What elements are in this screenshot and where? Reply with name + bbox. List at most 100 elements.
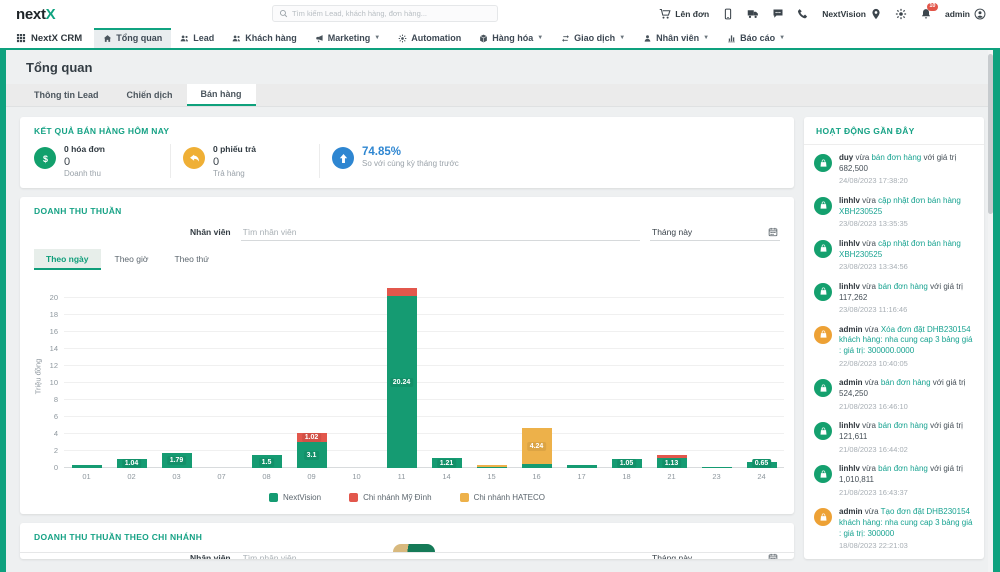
legend-item[interactable]: Chi nhánh HATECO	[459, 493, 545, 502]
legend-item[interactable]: NextVision	[268, 493, 321, 502]
mobile-icon	[722, 8, 734, 20]
activity-action-link[interactable]: bán đơn hàng	[871, 153, 921, 162]
nav-item-label: Marketing	[327, 33, 371, 43]
x-tick-label: 15	[487, 472, 496, 481]
grid-icon	[16, 33, 26, 43]
nav-item-9[interactable]: Báo cáo ▼	[718, 28, 794, 48]
x-tick-label: 24	[757, 472, 766, 481]
x-axis-spacer	[20, 468, 794, 482]
activity-action-link[interactable]: bán đơn hàng	[881, 378, 931, 387]
app-switcher[interactable]: NextX CRM	[16, 33, 82, 44]
brand-label: NextX CRM	[31, 32, 83, 44]
dollar-icon: $	[34, 147, 56, 169]
activity-item-1: duy vừa bán đơn hàng với giá trị 682,500…	[804, 147, 984, 190]
y-axis-title: Triệu đồng	[33, 358, 43, 395]
activity-timestamp: 22/08/2023 10:40:05	[839, 358, 908, 368]
activity-line: linhlv vừa bán đơn hàng với giá trị 117,…	[839, 281, 963, 302]
nav-item-8[interactable]: Nhân viên ▼	[634, 28, 718, 48]
chart-tab-3[interactable]: Theo thứ	[162, 249, 221, 270]
x-tick-label: 14	[442, 472, 451, 481]
activity-text: linhlv vừa bán đơn hàng với giá trị 1,01…	[839, 464, 974, 497]
settings-button[interactable]	[895, 8, 907, 20]
bar-segment[interactable]	[476, 465, 507, 467]
legend-swatch	[268, 493, 278, 502]
nav-item-6[interactable]: Hàng hóa ▼	[470, 28, 552, 48]
bar-segment[interactable]	[566, 465, 597, 468]
notifications-button[interactable]: 10	[920, 3, 938, 20]
chat-button[interactable]	[772, 8, 784, 20]
search-input[interactable]	[292, 9, 491, 18]
legend-label: Chi nhánh Mỹ Đình	[363, 493, 432, 502]
global-search[interactable]	[272, 5, 498, 22]
page-scrollbar-thumb[interactable]	[988, 54, 993, 214]
chart-tab-1[interactable]: Theo ngày	[34, 249, 101, 270]
create-order-button[interactable]: Lên đơn	[659, 8, 709, 20]
page-tab-1[interactable]: Thông tin Lead	[20, 84, 113, 106]
y-tick-label: 12	[49, 360, 58, 370]
activity-user: linhlv	[839, 464, 860, 474]
call-button[interactable]	[797, 8, 809, 20]
branch-location-select[interactable]: NextVision	[822, 8, 882, 20]
nav-item-label: Lead	[193, 33, 215, 43]
bar-segment[interactable]	[386, 288, 417, 296]
legend-item[interactable]: Chi nhánh Mỹ Đình	[349, 493, 432, 502]
activity-action-link[interactable]: bán đơn hàng	[878, 282, 928, 291]
activity-text: admin vừa bán đơn hàng với giá trị 524,2…	[839, 378, 974, 411]
bar-segment[interactable]	[701, 466, 732, 468]
chevron-down-icon: ▼	[703, 35, 710, 41]
x-tick-label: 21	[667, 472, 676, 481]
account-menu[interactable]: admin	[945, 8, 986, 20]
period-select[interactable]: Tháng này	[650, 224, 780, 241]
delivery-button[interactable]	[747, 8, 759, 20]
activity-timestamp: 21/08/2023 16:43:37	[839, 487, 908, 497]
bar-group-08: 1.5 08	[244, 286, 289, 481]
activity-action-link[interactable]: bán đơn hàng	[878, 464, 928, 473]
bar-segment[interactable]	[71, 465, 102, 468]
activity-user: linhlv	[839, 195, 860, 205]
mobile-app-button[interactable]	[722, 8, 734, 20]
create-order-button-label: Lên đơn	[675, 9, 710, 19]
bar-group-02: 1.04 02	[109, 286, 154, 481]
nav-item-4[interactable]: Marketing ▼	[306, 28, 389, 48]
bar-value-label: 1.79	[166, 456, 187, 466]
bar-segment[interactable]	[521, 463, 552, 468]
activity-user: duy	[839, 153, 854, 162]
box-icon	[479, 34, 488, 43]
activity-user: admin	[839, 324, 863, 334]
activity-text: linhlv vừa cập nhật đơn bán hàng XBH2305…	[839, 196, 974, 229]
bar-group-21: 1.13 21	[649, 286, 694, 481]
bar-segment[interactable]	[656, 455, 687, 459]
activity-line: linhlv vừa bán đơn hàng với giá trị 1,01…	[839, 464, 963, 484]
y-tick-label: 6	[53, 411, 58, 421]
revenue-filter-row: Nhân viên Tháng này	[20, 222, 794, 243]
accent-divider	[0, 48, 1000, 50]
chart-tab-2[interactable]: Theo giờ	[103, 249, 161, 270]
page-tab-3[interactable]: Bán hàng	[186, 84, 256, 106]
activity-item-2: linhlv vừa cập nhật đơn bán hàng XBH2305…	[804, 190, 984, 233]
nav-item-5[interactable]: Automation	[389, 28, 470, 48]
y-tick-label: 8	[53, 394, 58, 404]
stat-sub-label: So với cùng kỳ tháng trước	[362, 159, 459, 168]
legend-label: Chi nhánh HATECO	[473, 493, 545, 502]
employee-search-input[interactable]	[240, 224, 640, 241]
nav-item-3[interactable]: Khách hàng	[223, 28, 306, 48]
page-tab-2[interactable]: Chiến dịch	[113, 84, 187, 106]
nav-item-1[interactable]: Tổng quan	[94, 28, 172, 48]
main-navbar: NextX CRM Tổng quan Lead Khách hàng Marketi…	[0, 28, 1000, 48]
x-tick-label: 02	[127, 472, 136, 481]
page-scrollbar-track[interactable]	[988, 50, 993, 572]
nav-item-7[interactable]: Giao dịch ▼	[552, 28, 634, 48]
activity-action-link[interactable]: bán đơn hàng	[878, 421, 928, 430]
stat-card-1: $0 hóa đơn 0 Doanh thu	[34, 144, 171, 178]
chevron-down-icon: ▼	[537, 35, 544, 41]
y-tick-label: 4	[53, 428, 58, 438]
branch-donut-chart-clipped[interactable]	[393, 544, 435, 552]
calendar-icon	[768, 553, 778, 559]
bar-group-23: 23	[694, 286, 739, 481]
activity-list[interactable]: duy vừa bán đơn hàng với giá trị 682,500…	[804, 145, 984, 559]
nav-item-2[interactable]: Lead	[171, 28, 223, 48]
employee-filter-label: Nhân viên	[190, 227, 231, 237]
stat-sub-label: Trả hàng	[213, 169, 245, 178]
activity-title: HOẠT ĐỘNG GẦN ĐÂY	[804, 117, 984, 145]
bar-value-label: 1.05	[616, 459, 637, 468]
